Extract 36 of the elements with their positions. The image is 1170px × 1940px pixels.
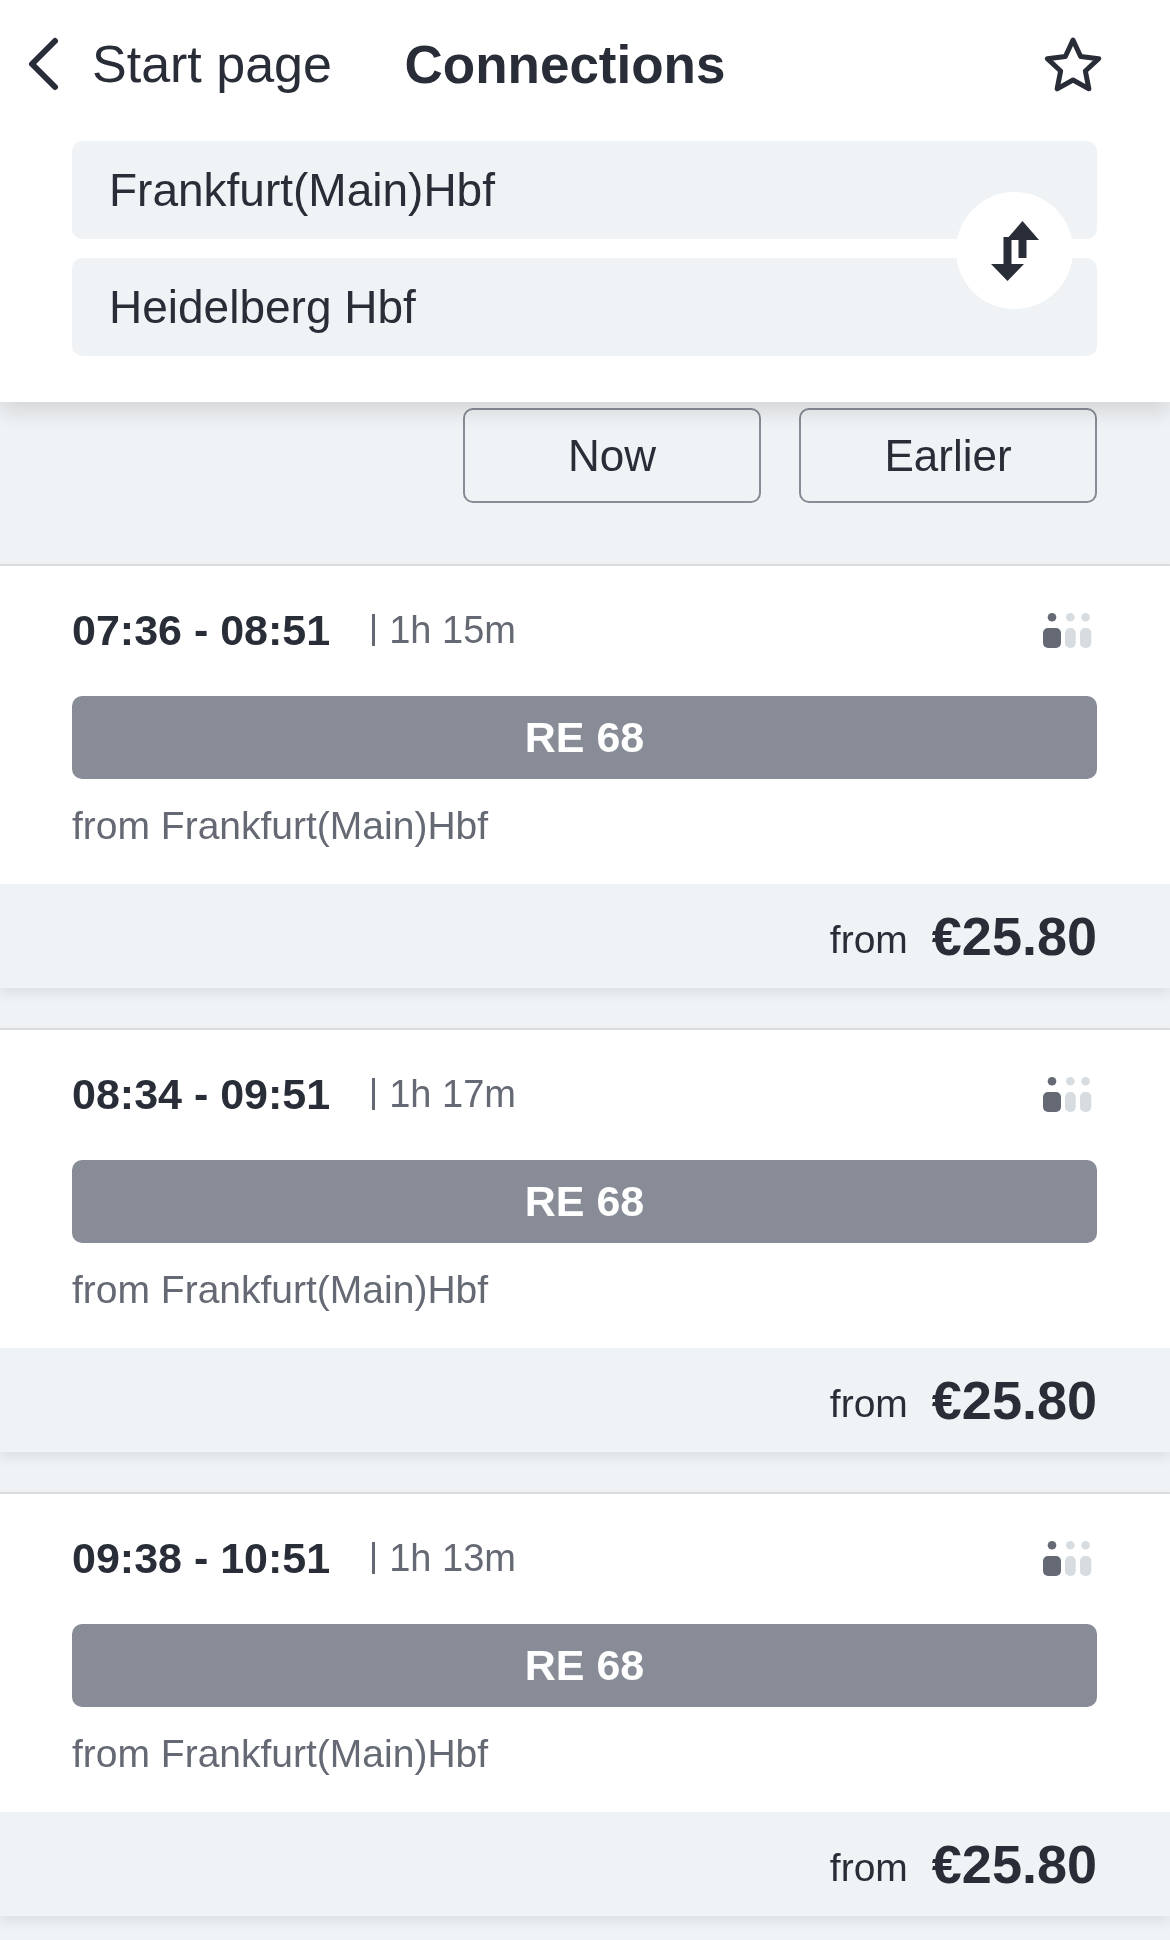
departure-arrival-time: 07:36 - 08:51 <box>72 605 331 655</box>
train-line-bar: RE 68 <box>72 696 1097 779</box>
connection-card[interactable]: 07:36 - 08:51 1h 15m RE 68 from Frankfurt(Main)Hbf from €25.80 <box>0 564 1170 988</box>
price: €25.80 <box>931 1369 1097 1431</box>
person-icon <box>1080 1076 1092 1112</box>
trip-duration: 1h 17m <box>372 1078 516 1110</box>
origin-field[interactable]: Frankfurt(Main)Hbf <box>72 141 1097 239</box>
departure-arrival-time: 09:38 - 10:51 <box>72 1533 331 1583</box>
swap-arrows-icon <box>990 220 1039 281</box>
price-prefix: from <box>829 917 908 962</box>
departure-station: from Frankfurt(Main)Hbf <box>72 803 490 849</box>
back-button[interactable]: Start page <box>27 34 332 94</box>
price-prefix: from <box>829 1845 908 1890</box>
train-line-bar: RE 68 <box>72 1160 1097 1243</box>
departure-station: from Frankfurt(Main)Hbf <box>72 1267 490 1313</box>
destination-field[interactable]: Heidelberg Hbf <box>72 258 1097 356</box>
time-filter-button[interactable]: Now <box>463 408 761 503</box>
person-icon <box>1065 1540 1076 1576</box>
train-line-bar: RE 68 <box>72 1624 1097 1707</box>
person-icon <box>1080 1540 1092 1576</box>
departure-arrival-time: 08:34 - 09:51 <box>72 1069 331 1119</box>
connection-card[interactable]: 09:38 - 10:51 1h 13m RE 68 from Frankfurt(Main)Hbf from €25.80 <box>0 1492 1170 1916</box>
price: €25.80 <box>931 1833 1097 1895</box>
chevron-left-icon <box>27 36 60 92</box>
page-title: Connections <box>404 33 726 95</box>
price-prefix: from <box>829 1381 908 1426</box>
connection-card[interactable]: 08:34 - 09:51 1h 17m RE 68 from Frankfurt(Main)Hbf from €25.80 <box>0 1028 1170 1452</box>
price: €25.80 <box>931 905 1097 967</box>
trip-duration: 1h 15m <box>372 614 516 646</box>
person-icon <box>1065 612 1076 648</box>
departure-station: from Frankfurt(Main)Hbf <box>72 1731 490 1777</box>
person-icon <box>1065 1076 1076 1112</box>
time-filter-button[interactable]: Earlier <box>799 408 1097 503</box>
trip-duration: 1h 13m <box>372 1542 516 1574</box>
star-icon[interactable] <box>1043 35 1103 93</box>
person-icon <box>1080 612 1092 648</box>
